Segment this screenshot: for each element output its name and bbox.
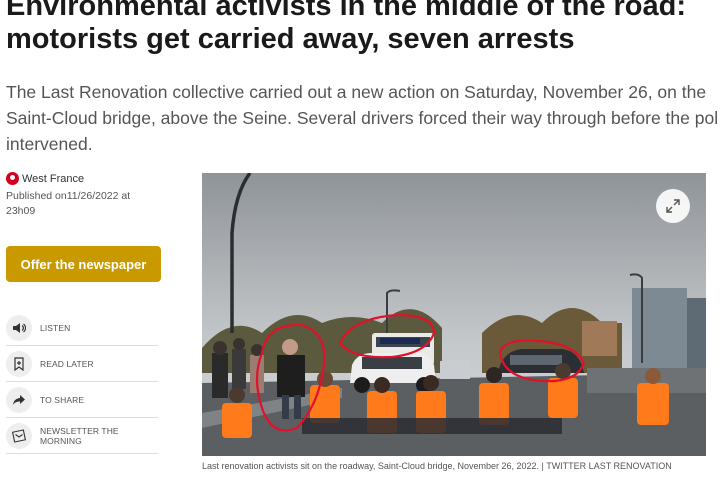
share-label: TO SHARE: [40, 394, 85, 405]
lede-line-3: intervened.: [6, 134, 93, 154]
headline-line-2: motorists get carried away, seven arrest…: [6, 23, 575, 55]
west-france-logo-icon: [6, 172, 19, 185]
photo-caption: Last renovation activists sit on the roa…: [202, 461, 672, 471]
expand-photo-button[interactable]: [656, 189, 690, 223]
source-row: West France: [6, 172, 166, 185]
share-button[interactable]: TO SHARE: [6, 382, 158, 418]
newsletter-icon: [6, 422, 32, 449]
bookmark-plus-icon: [6, 350, 32, 377]
published-label: Published on: [6, 190, 67, 202]
article-headline: Environmental activists in the middle of…: [6, 0, 721, 56]
offer-newspaper-button[interactable]: Offer the newspaper: [6, 246, 161, 282]
protest-scene-image: [202, 173, 706, 456]
newsletter-button[interactable]: NEWSLETTER THE MORNING: [6, 418, 158, 454]
published-date: Published on11/26/2022 at 23h09: [6, 189, 156, 219]
newsletter-label: NEWSLETTER THE MORNING: [40, 425, 119, 446]
expand-icon: [666, 199, 680, 213]
lede-line-2: Saint-Cloud bridge, above the Seine. Sev…: [6, 108, 719, 128]
speaker-icon: [6, 314, 32, 341]
lede-line-1: The Last Renovation collective carried o…: [6, 82, 707, 102]
read-later-button[interactable]: READ LATER: [6, 346, 158, 382]
source-name[interactable]: West France: [22, 173, 84, 185]
article-photo[interactable]: [202, 173, 706, 456]
article-actions: LISTEN READ LATER TO SHARE NEWSLETTER TH…: [6, 310, 158, 454]
listen-button[interactable]: LISTEN: [6, 310, 158, 346]
read-later-label: READ LATER: [40, 358, 94, 369]
listen-label: LISTEN: [40, 322, 71, 333]
share-arrow-icon: [6, 386, 32, 413]
headline-line-1: Environmental activists in the middle of…: [6, 0, 686, 22]
article-lede: The Last Renovation collective carried o…: [6, 79, 721, 157]
article-source: West France Published on11/26/2022 at 23…: [6, 172, 166, 219]
